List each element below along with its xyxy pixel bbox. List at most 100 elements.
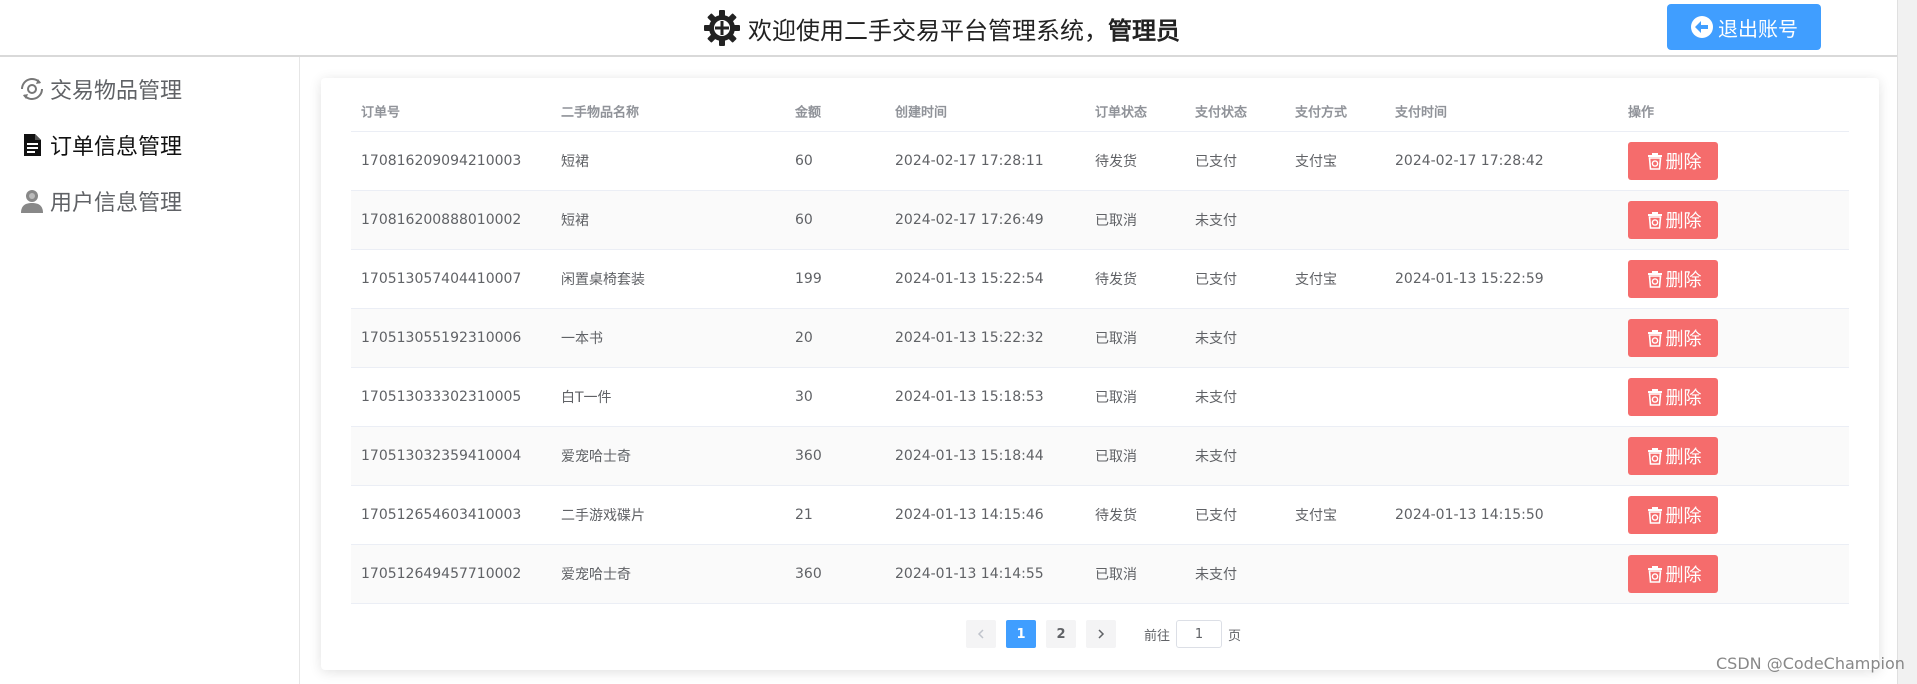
cell-item: 二手游戏碟片 [561,508,645,524]
trash-icon [1647,212,1662,229]
table-header: 订单号 二手物品名称 金额 创建时间 订单状态 支付状态 支付方式 支付时间 操… [351,90,1849,132]
sidebar-item-goods[interactable]: 交易物品管理 [18,69,182,109]
delete-label: 删除 [1665,447,1702,468]
sidebar: 交易物品管理 订单信息管理 用户信息管理 [0,57,300,684]
cell-pay-status: 已支付 [1195,272,1237,288]
cell-created: 2024-01-13 15:18:44 [895,448,1044,464]
arrow-left-circle-icon [1691,16,1713,38]
cell-pay-method: 支付宝 [1295,272,1337,288]
delete-label: 删除 [1665,270,1702,291]
cell-item: 短裙 [561,154,589,170]
cell-created: 2024-01-13 15:18:53 [895,389,1044,405]
column-header: 支付状态 [1195,105,1248,120]
pagination: 1 2 前往 页 [966,620,1241,648]
cell-order-status: 待发货 [1095,272,1137,288]
cell-pay-status: 未支付 [1195,567,1237,583]
cell-action: 删除 [1628,319,1718,357]
cell-pay-status: 已支付 [1195,508,1237,524]
title-prefix: 欢迎使用二手交易平台管理系统， [748,16,1108,45]
table-row: 170513057404410007 闲置桌椅套装 199 2024-01-13 15… [351,250,1849,309]
cell-amount: 199 [795,271,822,287]
cell-order-status: 已取消 [1095,331,1137,347]
top-header: 欢迎使用二手交易平台管理系统， 管理员 退出账号 [0,0,1897,57]
cell-item: 爱宠哈士奇 [561,567,631,583]
user-icon [21,190,43,213]
delete-label: 删除 [1665,211,1702,232]
cell-amount: 60 [795,212,813,228]
column-header: 支付时间 [1395,105,1448,120]
delete-button[interactable]: 删除 [1628,319,1718,357]
cell-amount: 60 [795,153,813,169]
table-row: 170513033302310005 白T一件 30 2024-01-13 15:18… [351,368,1849,427]
delete-button[interactable]: 删除 [1628,260,1718,298]
goto-prefix: 前往 [1144,628,1171,644]
sidebar-item-users[interactable]: 用户信息管理 [18,181,182,221]
cell-pay-status: 未支付 [1195,213,1237,229]
cell-pay-status: 已支付 [1195,154,1237,170]
table-row: 170513032359410004 爱宠哈士奇 360 2024-01-13 15:… [351,427,1849,486]
delete-button[interactable]: 删除 [1628,201,1718,239]
page-scrollbar[interactable] [1897,0,1917,684]
delete-label: 删除 [1665,329,1702,350]
cell-order-status: 已取消 [1095,390,1137,406]
table-row: 170512654603410003 二手游戏碟片 21 2024-01-13 14:… [351,486,1849,545]
watermark: CSDN @CodeChampion [1716,654,1905,673]
sidebar-item-orders[interactable]: 订单信息管理 [18,125,182,165]
delete-label: 删除 [1665,506,1702,527]
cell-pay-time: 2024-01-13 15:22:59 [1395,271,1544,287]
delete-button[interactable]: 删除 [1628,142,1718,180]
cell-created: 2024-02-17 17:26:49 [895,212,1044,228]
trash-icon [1647,153,1662,170]
title-role: 管理员 [1108,16,1180,45]
eye-refresh-icon [21,78,43,100]
page-title: 欢迎使用二手交易平台管理系统， 管理员 [702,8,1180,48]
cell-order-no: 170816209094210003 [361,153,522,169]
delete-button[interactable]: 删除 [1628,378,1718,416]
table-row: 170816200888010002 短裙 60 2024-02-17 17:26:4… [351,191,1849,250]
prev-page-button[interactable] [966,620,996,648]
cell-amount: 20 [795,330,813,346]
trash-icon [1647,566,1662,583]
cell-pay-time: 2024-02-17 17:28:42 [1395,153,1544,169]
delete-button[interactable]: 删除 [1628,496,1718,534]
chevron-right-icon [1098,629,1105,639]
goto-suffix: 页 [1228,628,1242,644]
cell-amount: 360 [795,448,822,464]
cell-action: 删除 [1628,260,1718,298]
logout-label: 退出账号 [1718,16,1798,41]
table-row: 170513055192310006 一本书 20 2024-01-13 15:22:… [351,309,1849,368]
cell-amount: 21 [795,507,813,523]
logout-button[interactable]: 退出账号 [1667,4,1821,50]
cell-created: 2024-01-13 15:22:32 [895,330,1044,346]
column-header: 支付方式 [1295,105,1348,120]
sidebar-item-label: 用户信息管理 [50,191,183,216]
column-header: 金额 [795,105,822,120]
trash-icon [1647,330,1662,347]
sidebar-item-label: 订单信息管理 [50,135,183,160]
page-button-1[interactable]: 1 [1006,620,1036,648]
cell-action: 删除 [1628,378,1718,416]
cell-item: 闲置桌椅套装 [561,272,645,288]
cell-action: 删除 [1628,496,1718,534]
cell-order-no: 170816200888010002 [361,212,522,228]
cell-order-no: 170513032359410004 [361,448,522,464]
cell-amount: 30 [795,389,813,405]
cell-order-no: 170513033302310005 [361,389,522,405]
table-body: 170816209094210003 短裙 60 2024-02-17 17:28:1… [351,132,1849,604]
page-button-2[interactable]: 2 [1046,620,1076,648]
cell-order-no: 170512654603410003 [361,507,522,523]
cell-order-no: 170512649457710002 [361,566,522,582]
next-page-button[interactable] [1086,620,1116,648]
cell-order-status: 已取消 [1095,567,1137,583]
goto-page-input[interactable] [1176,620,1223,648]
cell-action: 删除 [1628,437,1718,475]
cell-item: 一本书 [561,331,603,347]
cell-action: 删除 [1628,142,1718,180]
delete-button[interactable]: 删除 [1628,437,1718,475]
gear-icon [704,10,740,46]
cell-order-no: 170513057404410007 [361,271,522,287]
cell-pay-method: 支付宝 [1295,154,1337,170]
orders-table: 订单号 二手物品名称 金额 创建时间 订单状态 支付状态 支付方式 支付时间 操… [351,90,1849,604]
delete-button[interactable]: 删除 [1628,555,1718,593]
cell-action: 删除 [1628,555,1718,593]
